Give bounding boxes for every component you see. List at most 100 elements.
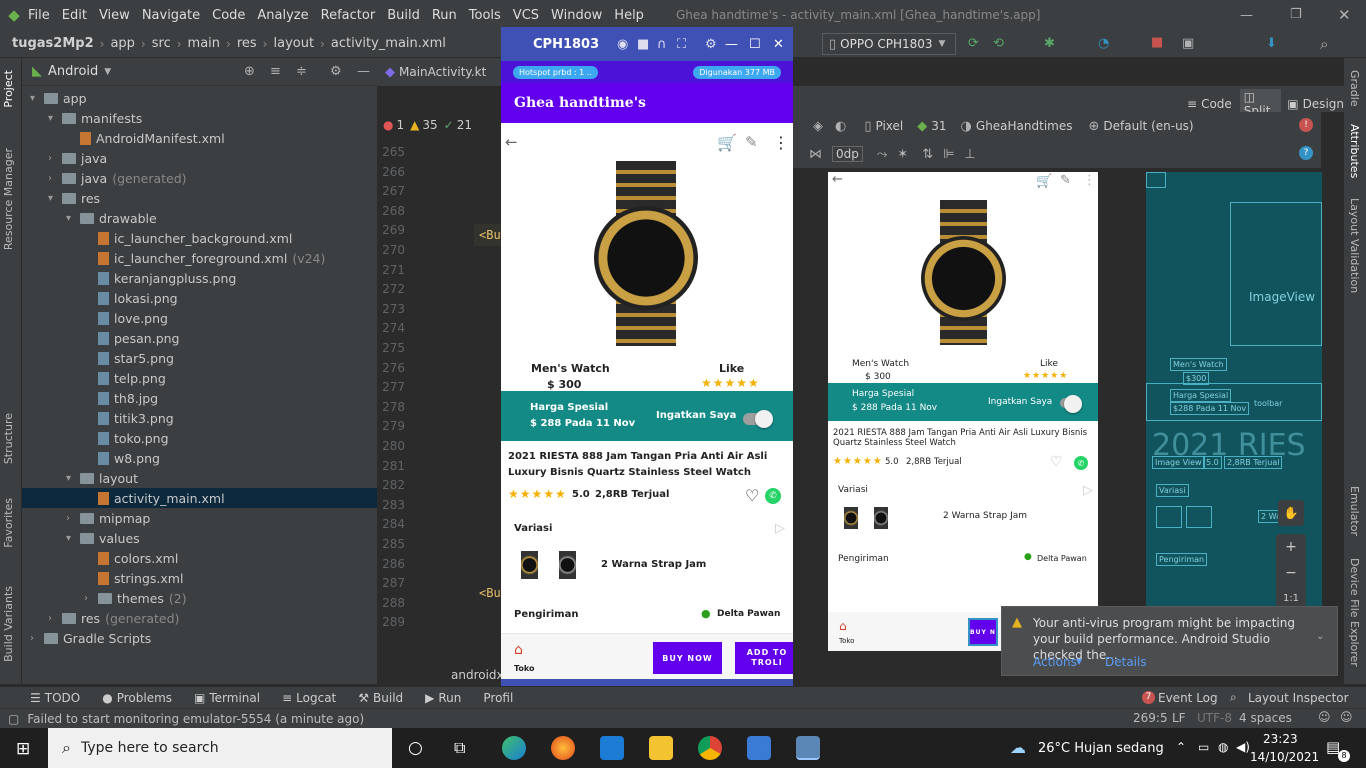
- volume-icon[interactable]: ◀): [1236, 740, 1250, 754]
- tab-emulator[interactable]: Emulator: [1348, 486, 1361, 536]
- night-mode-icon[interactable]: ◐: [835, 119, 846, 134]
- tab-gradle[interactable]: Gradle: [1348, 70, 1361, 107]
- stop-icon[interactable]: ■: [1151, 35, 1163, 50]
- close-emulator-icon[interactable]: ✕: [773, 37, 784, 52]
- menu-run[interactable]: Run: [432, 8, 457, 23]
- menu-file[interactable]: File: [28, 8, 50, 23]
- bp-variant-thumb-2[interactable]: [1186, 506, 1212, 528]
- tree-item[interactable]: love.png: [84, 308, 168, 328]
- menu-edit[interactable]: Edit: [62, 8, 87, 23]
- tab-favorites[interactable]: Favorites: [2, 498, 15, 548]
- tool-run[interactable]: Run: [438, 691, 461, 705]
- project-view-selector[interactable]: Android: [48, 64, 98, 79]
- tree-item[interactable]: ▾ manifests: [48, 108, 142, 128]
- indent-setting[interactable]: 4 spaces: [1239, 711, 1292, 725]
- tree-item[interactable]: ▾ app: [30, 88, 87, 108]
- chevron-down-icon[interactable]: ▾: [48, 113, 62, 124]
- notification-details-link[interactable]: Details: [1105, 655, 1147, 669]
- back-arrow-icon[interactable]: ←: [505, 133, 518, 151]
- menu-vcs[interactable]: VCS: [513, 8, 539, 23]
- locale-select[interactable]: Default (en-us): [1103, 119, 1193, 133]
- align-icon[interactable]: ⊫: [943, 147, 954, 162]
- bp-toolbar-box[interactable]: [1146, 172, 1166, 188]
- menu-code[interactable]: Code: [212, 8, 245, 23]
- bp-sold[interactable]: 2,8RB Terjual: [1224, 456, 1283, 469]
- breadcrumb-layout[interactable]: layout: [273, 36, 314, 51]
- tool-logcat[interactable]: Logcat: [296, 691, 336, 705]
- zoom-in-icon[interactable]: +: [1276, 534, 1306, 560]
- default-margin-select[interactable]: 0dp: [832, 146, 863, 162]
- guidelines-icon[interactable]: ⊥: [964, 147, 975, 162]
- chevron-right-icon[interactable]: ›: [48, 173, 62, 184]
- tab-build-variants[interactable]: Build Variants: [2, 586, 15, 662]
- tool-layout-inspector[interactable]: Layout Inspector: [1248, 691, 1349, 705]
- windows-start-icon[interactable]: ⊞: [16, 739, 30, 759]
- bp-pan-tool[interactable]: ✋: [1278, 500, 1304, 526]
- edit-icon[interactable]: ✎: [745, 133, 758, 151]
- gear-icon[interactable]: ⚙: [330, 64, 342, 79]
- tree-item[interactable]: › Gradle Scripts: [30, 628, 151, 648]
- tree-item[interactable]: keranjangpluss.png: [84, 268, 236, 288]
- buy-now-button[interactable]: BUY NOW: [653, 642, 722, 674]
- minimize-emulator-icon[interactable]: —: [725, 37, 738, 52]
- chevron-down-icon[interactable]: ▾: [66, 533, 80, 544]
- chrome-icon[interactable]: [698, 736, 722, 760]
- tray-chevron-icon[interactable]: ⌃: [1176, 740, 1186, 754]
- menu-view[interactable]: View: [99, 8, 130, 23]
- remind-toggle[interactable]: [743, 410, 773, 428]
- bp-variant-thumb-1[interactable]: [1156, 506, 1182, 528]
- bp-variasi[interactable]: Variasi: [1156, 484, 1189, 497]
- settings-icon[interactable]: ⚙: [705, 37, 717, 52]
- smiley-icon[interactable]: ☺: [1318, 710, 1331, 724]
- tree-item[interactable]: ▾ values: [66, 528, 140, 548]
- tree-item[interactable]: ▾ res: [48, 188, 100, 208]
- collapse-all-icon[interactable]: ≑: [296, 64, 307, 79]
- chevron-right-icon[interactable]: ›: [66, 513, 80, 524]
- editor-breadcrumb-footer[interactable]: androidx.: [451, 668, 507, 682]
- menu-refactor[interactable]: Refactor: [321, 8, 376, 23]
- device-selector[interactable]: ▯ OPPO CPH1803 ▼: [822, 33, 956, 55]
- breadcrumb-src[interactable]: src: [152, 36, 171, 51]
- chevron-right-icon[interactable]: ›: [84, 593, 98, 604]
- taskbar-search[interactable]: ⌕ Type here to search: [48, 728, 392, 768]
- tree-item[interactable]: pesan.png: [84, 328, 180, 348]
- android-studio-taskbar-icon[interactable]: [747, 736, 771, 760]
- design-device-select[interactable]: Pixel: [876, 119, 904, 133]
- tree-item[interactable]: AndroidManifest.xml: [66, 128, 225, 148]
- tree-item[interactable]: › themes (2): [84, 588, 187, 608]
- tab-device-file-explorer[interactable]: Device File Explorer: [1348, 558, 1361, 667]
- tool-profiler[interactable]: Profil: [483, 691, 513, 705]
- chevron-right-icon[interactable]: ›: [48, 613, 62, 624]
- tree-item[interactable]: w8.png: [84, 448, 160, 468]
- orientation-icon[interactable]: ◈: [813, 119, 823, 134]
- tree-item[interactable]: › mipmap: [66, 508, 150, 528]
- file-encoding[interactable]: UTF-8: [1197, 711, 1232, 725]
- battery-icon[interactable]: ▭: [1198, 740, 1209, 754]
- variant-thumb-black[interactable]: [559, 551, 576, 579]
- line-separator[interactable]: LF: [1172, 711, 1186, 725]
- tree-item[interactable]: star5.png: [84, 348, 174, 368]
- tree-item[interactable]: ▾ drawable: [66, 208, 157, 228]
- tree-item[interactable]: › java: [48, 148, 107, 168]
- maximize-emulator-icon[interactable]: ☐: [749, 37, 761, 52]
- code-button-tag-2[interactable]: <Bu: [479, 586, 501, 600]
- chevron-down-icon[interactable]: ▾: [66, 473, 80, 484]
- hide-panel-icon[interactable]: —: [357, 64, 370, 79]
- file-explorer-icon[interactable]: [649, 736, 673, 760]
- tree-item[interactable]: › java (generated): [48, 168, 187, 188]
- heart-icon[interactable]: ♡: [745, 486, 759, 505]
- search-everywhere-icon[interactable]: ⌕: [1320, 35, 1328, 53]
- tab-mainactivity[interactable]: MainActivity.kt: [399, 65, 486, 79]
- variant-thumb-gold[interactable]: [521, 551, 538, 579]
- more-options-icon[interactable]: ⋮: [773, 133, 789, 152]
- tree-item[interactable]: › res (generated): [48, 608, 179, 628]
- tab-project[interactable]: Project: [2, 70, 15, 108]
- menu-help[interactable]: Help: [614, 8, 644, 23]
- chevron-down-icon[interactable]: ▾: [48, 193, 62, 204]
- task-view-icon[interactable]: ⧉: [454, 738, 465, 758]
- play-icon[interactable]: ▷: [775, 521, 785, 536]
- bp-mens-watch[interactable]: Men's Watch: [1170, 358, 1227, 371]
- debug-icon[interactable]: ✱: [1044, 36, 1055, 51]
- clock-date[interactable]: 14/10/2021: [1250, 750, 1319, 764]
- api-level-select[interactable]: 31: [931, 119, 946, 133]
